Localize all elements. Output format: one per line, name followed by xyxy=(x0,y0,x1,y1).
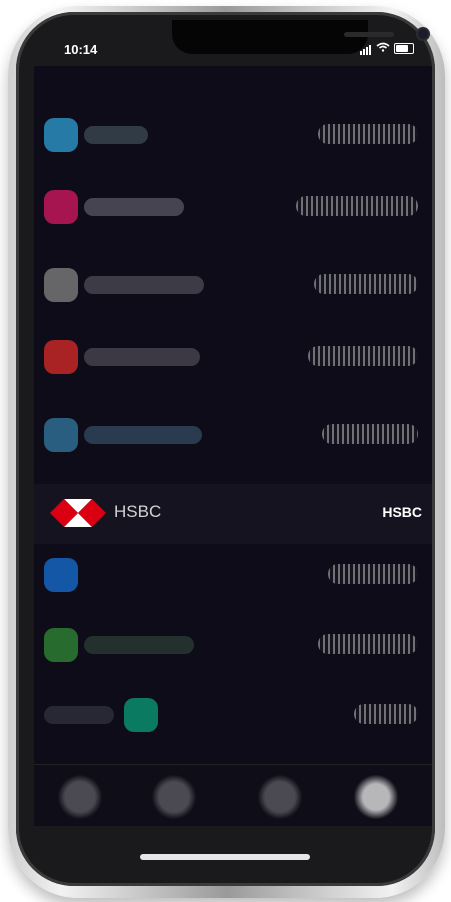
row-right-text xyxy=(318,634,418,654)
list-item[interactable] xyxy=(34,178,432,236)
notch xyxy=(172,20,428,54)
bank-name-blurred xyxy=(84,426,202,444)
tab-2[interactable] xyxy=(144,775,204,819)
bank-logo-icon xyxy=(44,190,78,224)
bank-name-blurred xyxy=(84,198,184,216)
list-item[interactable] xyxy=(34,328,432,386)
tab-bar xyxy=(34,764,432,826)
bank-name-blurred xyxy=(44,706,114,724)
bank-name-blurred xyxy=(84,276,204,294)
list-item[interactable] xyxy=(34,106,432,164)
row-right-text xyxy=(354,704,418,724)
battery-icon xyxy=(394,43,414,54)
bank-logo-icon xyxy=(44,418,78,452)
camera-icon xyxy=(418,29,428,39)
hsbc-row[interactable]: HSBC HSBC xyxy=(34,484,432,544)
list-item[interactable] xyxy=(34,406,432,464)
bank-logo-icon xyxy=(44,118,78,152)
row-right-text xyxy=(308,346,418,366)
tab-1[interactable] xyxy=(50,775,110,819)
list-item[interactable] xyxy=(34,686,432,744)
hsbc-logo-text: HSBC xyxy=(114,502,162,521)
status-bar: 10:14 xyxy=(34,20,432,66)
bank-logo-icon xyxy=(44,558,78,592)
row-right-text xyxy=(322,424,418,444)
status-time: 10:14 xyxy=(64,42,98,57)
tab-3[interactable] xyxy=(250,775,310,819)
row-right-text xyxy=(318,124,418,144)
hsbc-logo-icon xyxy=(50,496,106,530)
list-item[interactable] xyxy=(34,616,432,674)
bank-logo-icon xyxy=(44,340,78,374)
app-screen: HSBC HSBC xyxy=(34,66,432,826)
bank-logo-icon xyxy=(124,698,158,732)
speaker xyxy=(344,32,394,37)
wifi-icon xyxy=(376,42,390,55)
bank-name-blurred xyxy=(84,348,200,366)
bank-logo-icon xyxy=(44,268,78,302)
row-right-text xyxy=(328,564,418,584)
bank-name-blurred xyxy=(84,636,194,654)
status-icons xyxy=(360,42,414,55)
hsbc-right-label: HSBC xyxy=(382,504,422,520)
row-right-text xyxy=(314,274,418,294)
list-item[interactable] xyxy=(34,256,432,314)
signal-icon xyxy=(360,43,372,55)
bank-name-blurred xyxy=(84,126,148,144)
row-right-text xyxy=(296,196,418,216)
tab-4-active[interactable] xyxy=(346,775,406,819)
home-indicator[interactable] xyxy=(140,854,310,860)
bank-logo-icon xyxy=(44,628,78,662)
list-item[interactable] xyxy=(34,546,432,604)
